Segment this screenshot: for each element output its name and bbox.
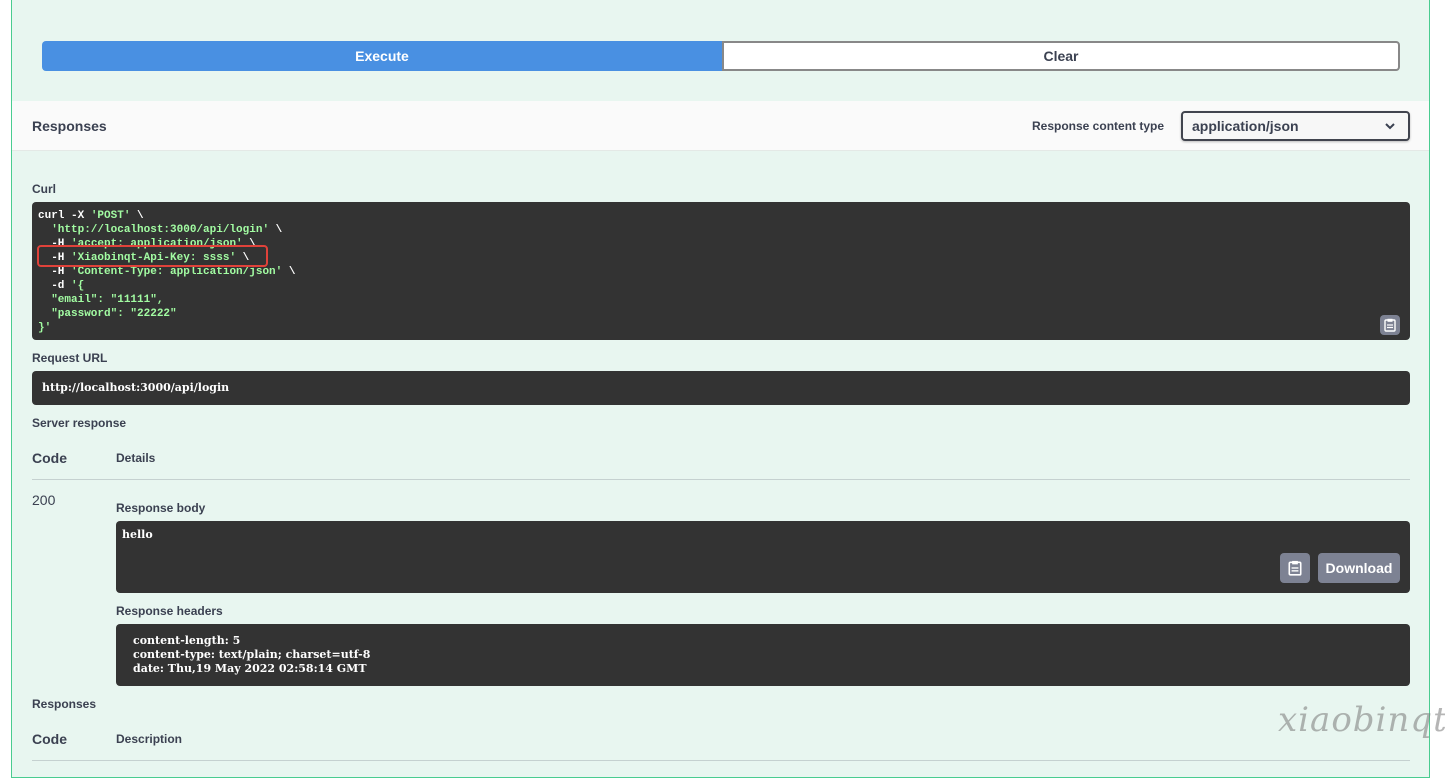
- curl-string: 'Content-Type: application/json': [71, 266, 283, 278]
- responses-code-header: Code: [32, 731, 67, 747]
- curl-token: -d: [38, 280, 72, 292]
- header-line: content-length: 5: [133, 634, 241, 647]
- response-body-text: hello: [122, 528, 153, 541]
- chevron-down-icon: [1385, 123, 1395, 130]
- curl-label: Curl: [32, 182, 56, 196]
- request-url-label: Request URL: [32, 351, 108, 365]
- curl-command: curl -X 'POST' \ 'http://localhost:3000/…: [32, 202, 1410, 340]
- header-line: date: Thu,19 May 2022 02:58:14 GMT: [133, 662, 367, 675]
- content-type-value: application/json: [1192, 118, 1299, 134]
- curl-token: curl -X: [38, 210, 91, 222]
- clipboard-icon: [1384, 318, 1396, 332]
- curl-string: "email": "11111",: [38, 294, 164, 306]
- curl-token: [38, 224, 51, 236]
- response-status-code: 200: [32, 492, 56, 508]
- table-divider: [32, 479, 1410, 480]
- responses-header: Responses Response content type applicat…: [12, 101, 1429, 151]
- curl-line: -H 'Content-Type: application/json' \: [38, 265, 1404, 279]
- watermark: xiaobinqt: [1278, 700, 1445, 740]
- content-type-label: Response content type: [1032, 119, 1165, 133]
- content-type-select[interactable]: application/json: [1181, 111, 1410, 141]
- curl-token: -H: [38, 266, 72, 278]
- request-url-value: http://localhost:3000/api/login: [32, 371, 1410, 405]
- execute-button[interactable]: Execute: [42, 41, 722, 71]
- response-body: hello: [116, 521, 1410, 593]
- curl-string: 'http://localhost:3000/api/login': [51, 224, 270, 236]
- curl-string: 'POST': [90, 210, 131, 222]
- server-response-label: Server response: [32, 416, 127, 430]
- execute-wrapper: Execute Clear: [42, 41, 1400, 71]
- curl-line: "password": "22222": [38, 307, 1404, 321]
- clipboard-icon: [1288, 560, 1302, 576]
- curl-line: }': [38, 321, 1404, 335]
- curl-string: }': [38, 322, 52, 334]
- responses-title: Responses: [32, 118, 107, 134]
- copy-curl-button[interactable]: [1380, 315, 1400, 335]
- code-column-header: Code: [32, 450, 67, 466]
- curl-line: curl -X 'POST' \: [38, 209, 1404, 223]
- responses-description-header: Description: [116, 732, 183, 746]
- response-headers: content-length: 5 content-type: text/pla…: [116, 624, 1410, 686]
- header-line: content-type: text/plain; charset=utf-8: [133, 648, 371, 661]
- curl-string: "password": "22222": [38, 308, 177, 320]
- responses-divider: [32, 760, 1410, 761]
- clear-button[interactable]: Clear: [722, 41, 1400, 71]
- details-column-header: Details: [116, 451, 156, 465]
- curl-token: \: [282, 266, 296, 278]
- curl-token: \: [130, 210, 144, 222]
- curl-string: '{: [71, 280, 85, 292]
- response-headers-label: Response headers: [116, 604, 223, 618]
- api-key-highlight: [37, 245, 268, 267]
- responses-section-label: Responses: [32, 697, 97, 711]
- response-body-label: Response body: [116, 501, 206, 515]
- curl-line: "email": "11111",: [38, 293, 1404, 307]
- curl-line: 'http://localhost:3000/api/login' \: [38, 223, 1404, 237]
- curl-line: -d '{: [38, 279, 1404, 293]
- copy-body-button[interactable]: [1280, 553, 1310, 583]
- download-button[interactable]: Download: [1318, 553, 1400, 583]
- curl-token: \: [269, 224, 283, 236]
